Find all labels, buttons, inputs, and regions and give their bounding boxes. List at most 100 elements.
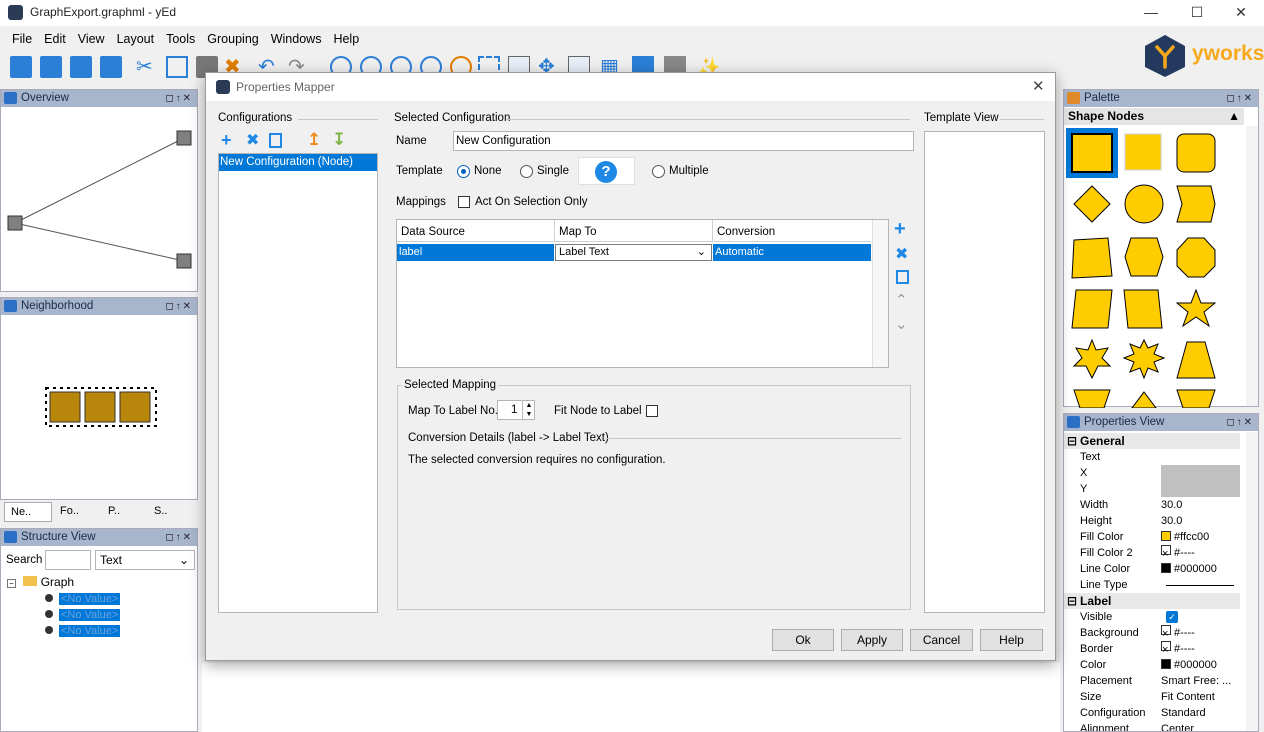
add-mapping-icon[interactable]: + xyxy=(894,219,906,239)
configurations-label: Configurations xyxy=(218,112,293,124)
prop-line-type[interactable]: Line Type xyxy=(1064,577,1240,593)
label-section[interactable]: ⊟ Label xyxy=(1064,593,1240,609)
palette-scrollbar[interactable] xyxy=(1246,126,1258,406)
dialog-title-bar: Properties Mapper ✕ xyxy=(206,73,1055,101)
menu-layout[interactable]: Layout xyxy=(111,28,161,50)
menu-file[interactable]: File xyxy=(6,28,38,50)
save-icon[interactable] xyxy=(70,56,92,78)
maximize-button[interactable]: ☐ xyxy=(1174,0,1220,26)
template-single-label: Single xyxy=(537,165,569,177)
copy-mapping-icon[interactable] xyxy=(896,270,909,284)
apply-button[interactable]: Apply xyxy=(841,629,903,651)
cell-conversion[interactable]: Automatic xyxy=(713,244,871,261)
filter-select[interactable]: Text ⌄ xyxy=(95,550,195,570)
menu-help[interactable]: Help xyxy=(327,28,365,50)
template-none-radio[interactable] xyxy=(457,165,470,178)
remove-configuration-icon[interactable]: ✖ xyxy=(246,132,259,150)
map-to-label-no-label: Map To Label No. xyxy=(408,405,498,417)
add-configuration-icon[interactable]: + xyxy=(221,131,232,149)
prop-x[interactable]: X xyxy=(1064,465,1240,481)
template-none-label: None xyxy=(474,165,502,177)
prop-background[interactable]: Background × #---- xyxy=(1064,625,1240,641)
print-icon[interactable] xyxy=(100,56,122,78)
fit-node-checkbox[interactable] xyxy=(646,405,658,417)
move-up-icon[interactable]: ⌃ xyxy=(895,291,908,309)
remove-mapping-icon[interactable]: ✖ xyxy=(895,244,908,264)
configurations-list[interactable]: New Configuration (Node) xyxy=(218,153,378,613)
template-single-radio[interactable] xyxy=(520,165,533,178)
cut-icon[interactable]: ✂ xyxy=(136,56,158,78)
dialog-close-button[interactable]: ✕ xyxy=(1032,77,1045,95)
table-row[interactable]: label Label Text ⌄ Automatic xyxy=(397,244,871,261)
prop-width[interactable]: Width 30.0 xyxy=(1064,497,1240,513)
prop-configuration[interactable]: Configuration Standard xyxy=(1064,705,1240,721)
menu-view[interactable]: View xyxy=(72,28,111,50)
panel-controls[interactable]: ◻↑✕ xyxy=(165,529,193,546)
new-document-icon[interactable] xyxy=(10,56,32,78)
prop-color[interactable]: Color #000000 xyxy=(1064,657,1240,673)
copy-configuration-icon[interactable] xyxy=(269,133,282,148)
tab-neighborhood[interactable]: Ne.. xyxy=(4,502,52,522)
prop-line-color[interactable]: Line Color #000000 xyxy=(1064,561,1240,577)
general-section[interactable]: ⊟ General xyxy=(1064,433,1240,449)
cancel-button[interactable]: Cancel xyxy=(910,629,973,651)
panel-controls[interactable]: ◻↑✕ xyxy=(165,90,193,107)
panel-controls[interactable]: ◻↑✕ xyxy=(165,298,193,315)
label-no-spinner[interactable]: 1 ▲ ▼ xyxy=(497,400,535,420)
prop-height[interactable]: Height 30.0 xyxy=(1064,513,1240,529)
table-scrollbar[interactable] xyxy=(872,220,888,367)
prop-text[interactable]: Text xyxy=(1064,449,1240,465)
graph-canvas[interactable] xyxy=(202,663,1060,732)
overview-graph[interactable] xyxy=(1,108,197,292)
close-window-button[interactable]: ✕ xyxy=(1218,0,1264,26)
prop-y[interactable]: Y xyxy=(1064,481,1240,497)
move-down-icon[interactable]: ⌄ xyxy=(895,315,908,333)
spinner-up-icon[interactable]: ▲ xyxy=(522,401,535,410)
import-icon[interactable]: ↥ xyxy=(307,131,321,149)
menu-grouping[interactable]: Grouping xyxy=(201,28,264,50)
col-data-source[interactable]: Data Source xyxy=(401,226,465,238)
prop-fill-color-2[interactable]: Fill Color 2 × #---- xyxy=(1064,545,1240,561)
tab-s[interactable]: S.. xyxy=(148,502,192,522)
ok-button[interactable]: Ok xyxy=(772,629,834,651)
template-view-area[interactable] xyxy=(924,131,1045,613)
minimize-button[interactable]: — xyxy=(1128,0,1174,26)
prop-border[interactable]: Border × #---- xyxy=(1064,641,1240,657)
tree-root[interactable]: − Graph xyxy=(7,575,74,591)
tab-folding[interactable]: Fo.. xyxy=(54,502,100,522)
template-help-button[interactable]: ? xyxy=(578,157,635,185)
copy-icon[interactable] xyxy=(166,56,188,78)
name-input[interactable]: New Configuration xyxy=(453,131,914,151)
properties-scrollbar[interactable] xyxy=(1246,432,1258,731)
search-input[interactable] xyxy=(45,550,91,570)
shape-nodes-section[interactable]: Shape Nodes ▲ xyxy=(1064,108,1244,125)
panel-controls[interactable]: ◻↑✕ xyxy=(1226,90,1254,107)
help-button[interactable]: Help xyxy=(980,629,1043,651)
neighborhood-graph[interactable] xyxy=(1,316,197,500)
act-on-selection-checkbox[interactable] xyxy=(458,196,470,208)
menu-tools[interactable]: Tools xyxy=(160,28,201,50)
export-icon[interactable]: ↧ xyxy=(332,131,346,149)
panel-controls[interactable]: ◻↑✕ xyxy=(1226,414,1254,431)
spinner-down-icon[interactable]: ▼ xyxy=(522,410,535,419)
tab-p[interactable]: P.. xyxy=(102,502,146,522)
tree-item[interactable]: <No Value> xyxy=(45,591,121,607)
open-icon[interactable] xyxy=(40,56,62,78)
prop-fill-color[interactable]: Fill Color #ffcc00 xyxy=(1064,529,1240,545)
neighborhood-panel: Neighborhood ◻↑✕ xyxy=(0,297,198,500)
prop-size[interactable]: Size Fit Content xyxy=(1064,689,1240,705)
menu-windows[interactable]: Windows xyxy=(265,28,328,50)
configuration-item[interactable]: New Configuration (Node) xyxy=(219,154,377,171)
prop-visible[interactable]: Visible ✓ xyxy=(1064,609,1240,625)
col-map-to[interactable]: Map To xyxy=(559,226,597,238)
menu-edit[interactable]: Edit xyxy=(38,28,72,50)
tree-item[interactable]: <No Value> xyxy=(45,623,121,639)
col-conversion[interactable]: Conversion xyxy=(717,226,775,238)
prop-placement[interactable]: Placement Smart Free: ... xyxy=(1064,673,1240,689)
cell-data-source[interactable]: label xyxy=(397,244,554,261)
tree-item[interactable]: <No Value> xyxy=(45,607,121,623)
template-multiple-radio[interactable] xyxy=(652,165,665,178)
cell-map-to[interactable]: Label Text ⌄ xyxy=(555,244,712,261)
prop-alignment[interactable]: Alignment Center xyxy=(1064,721,1240,731)
shape-grid[interactable] xyxy=(1064,126,1244,408)
